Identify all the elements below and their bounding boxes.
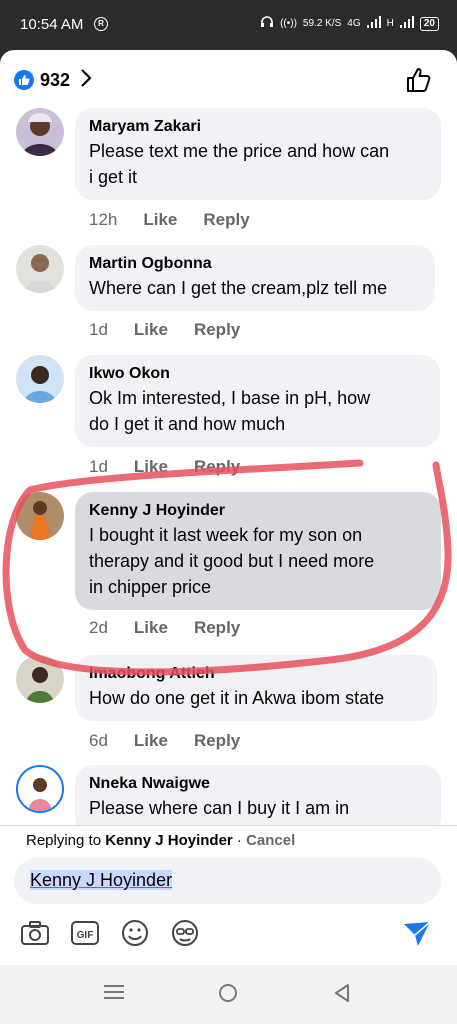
reply-target-name: Kenny J Hoyinder	[105, 832, 233, 849]
commenter-name[interactable]: Nneka Nwaigwe	[89, 773, 427, 795]
camera-icon[interactable]	[20, 918, 52, 950]
mention-tag[interactable]: Kenny J Hoyinder	[30, 870, 173, 890]
system-nav-bar	[0, 965, 457, 1024]
cancel-reply-button[interactable]: Cancel	[246, 832, 295, 849]
back-icon[interactable]	[334, 983, 350, 1009]
avatar-sticker-icon[interactable]	[170, 918, 202, 950]
svg-text:GIF: GIF	[77, 930, 94, 941]
comment-text: Please where can I buy it I am in	[89, 798, 350, 818]
replying-to-label: Replying to Kenny J Hoyinder · Cancel	[26, 832, 296, 849]
like-button[interactable]: Like	[134, 320, 168, 340]
avatar[interactable]	[16, 108, 64, 156]
battery-icon: 20	[419, 16, 439, 31]
like-button[interactable]: Like	[143, 210, 177, 230]
net-speed: 59.2 K/S	[302, 18, 342, 29]
avatar[interactable]	[16, 245, 64, 293]
network-type: 4G	[347, 18, 361, 29]
comment-actions: 2d Like Reply	[89, 618, 266, 638]
comment-text: therapy and it good but I need more	[89, 551, 375, 571]
comment-bubble[interactable]: Ikwo Okon Ok Im interested, I base in pH…	[75, 355, 440, 447]
commenter-name[interactable]: Maryam Zakari	[89, 116, 427, 138]
comment-actions: 6d Like Reply	[89, 731, 266, 751]
signal-type: H	[386, 18, 394, 29]
commenter-name[interactable]: Martin Ogbonna	[89, 253, 421, 275]
gif-icon[interactable]: GIF	[70, 918, 102, 950]
signal-icon	[366, 16, 381, 31]
avatar[interactable]	[16, 655, 64, 703]
menu-icon[interactable]	[104, 983, 124, 1007]
comment-time: 6d	[89, 731, 108, 750]
comment-item-highlighted: Kenny J Hoyinder I bought it last week f…	[0, 492, 457, 642]
comment-bubble[interactable]: Imaobong Attieh How do one get it in Akw…	[75, 655, 437, 721]
comment-text: Ok Im interested, I base in pH, how	[89, 388, 371, 408]
comment-text: do I get it and how much	[89, 414, 286, 434]
emoji-icon[interactable]	[120, 918, 152, 950]
thumbs-up-outline-icon[interactable]	[405, 66, 433, 99]
home-icon[interactable]	[218, 983, 238, 1009]
reply-composer: Replying to Kenny J Hoyinder · Cancel Ke…	[0, 825, 457, 965]
composer-toolbar: GIF	[20, 918, 440, 954]
commenter-name[interactable]: Imaobong Attieh	[89, 663, 423, 685]
comment-item: Maryam Zakari Please text me the price a…	[0, 108, 457, 230]
like-button[interactable]: Like	[134, 457, 168, 477]
comment-text: How do one get it in Akwa ibom state	[89, 688, 385, 708]
comment-time: 12h	[89, 210, 118, 229]
avatar[interactable]	[16, 765, 64, 813]
comment-item: Martin Ogbonna Where can I get the cream…	[0, 245, 457, 345]
chevron-right-icon[interactable]	[80, 68, 92, 94]
send-icon[interactable]	[402, 920, 432, 953]
reply-button[interactable]: Reply	[194, 731, 240, 751]
comment-time: 1d	[89, 457, 108, 476]
reply-button[interactable]: Reply	[203, 210, 249, 230]
comment-actions: 12h Like Reply	[89, 210, 276, 230]
comment-bubble[interactable]: Maryam Zakari Please text me the price a…	[75, 108, 441, 200]
comment-item: Ikwo Okon Ok Im interested, I base in pH…	[0, 355, 457, 477]
comment-bubble[interactable]: Kenny J Hoyinder I bought it last week f…	[75, 492, 441, 610]
headset-icon	[260, 15, 274, 32]
like-button[interactable]: Like	[134, 618, 168, 638]
commenter-name[interactable]: Kenny J Hoyinder	[89, 500, 427, 522]
reply-button[interactable]: Reply	[194, 618, 240, 638]
commenter-name[interactable]: Ikwo Okon	[89, 363, 426, 385]
avatar[interactable]	[16, 492, 64, 540]
comment-item: Imaobong Attieh How do one get it in Akw…	[0, 655, 457, 755]
like-button[interactable]: Like	[134, 731, 168, 751]
comments-sheet: 932 Maryam Zakari Please text me the pri…	[0, 50, 457, 965]
status-icons: ((•)) 59.2 K/S 4G H 20	[260, 15, 439, 32]
comment-actions: 1d Like Reply	[89, 457, 266, 477]
signal-icon-2	[399, 16, 414, 31]
notification-badge: R	[94, 17, 108, 31]
comment-text: Please text me the price and how can	[89, 141, 390, 161]
reactions-bar[interactable]: 932	[0, 50, 457, 110]
comment-text: I bought it last week for my son on	[89, 525, 363, 545]
status-time: 10:54 AM	[20, 16, 84, 33]
reply-button[interactable]: Reply	[194, 457, 240, 477]
comment-bubble[interactable]: Martin Ogbonna Where can I get the cream…	[75, 245, 435, 311]
comment-actions: 1d Like Reply	[89, 320, 266, 340]
hotspot-icon: ((•))	[280, 18, 297, 29]
comment-time: 1d	[89, 320, 108, 339]
comment-time: 2d	[89, 618, 108, 637]
comment-input[interactable]: Kenny J Hoyinder	[14, 858, 441, 904]
reaction-count[interactable]: 932	[40, 70, 70, 91]
comment-text: in chipper price	[89, 577, 212, 597]
comment-text: Where can I get the cream,plz tell me	[89, 278, 388, 298]
reply-button[interactable]: Reply	[194, 320, 240, 340]
comment-text: i get it	[89, 167, 138, 187]
avatar[interactable]	[16, 355, 64, 403]
like-icon	[14, 70, 34, 90]
status-bar: 10:54 AM R ((•)) 59.2 K/S 4G H 20	[0, 0, 457, 50]
